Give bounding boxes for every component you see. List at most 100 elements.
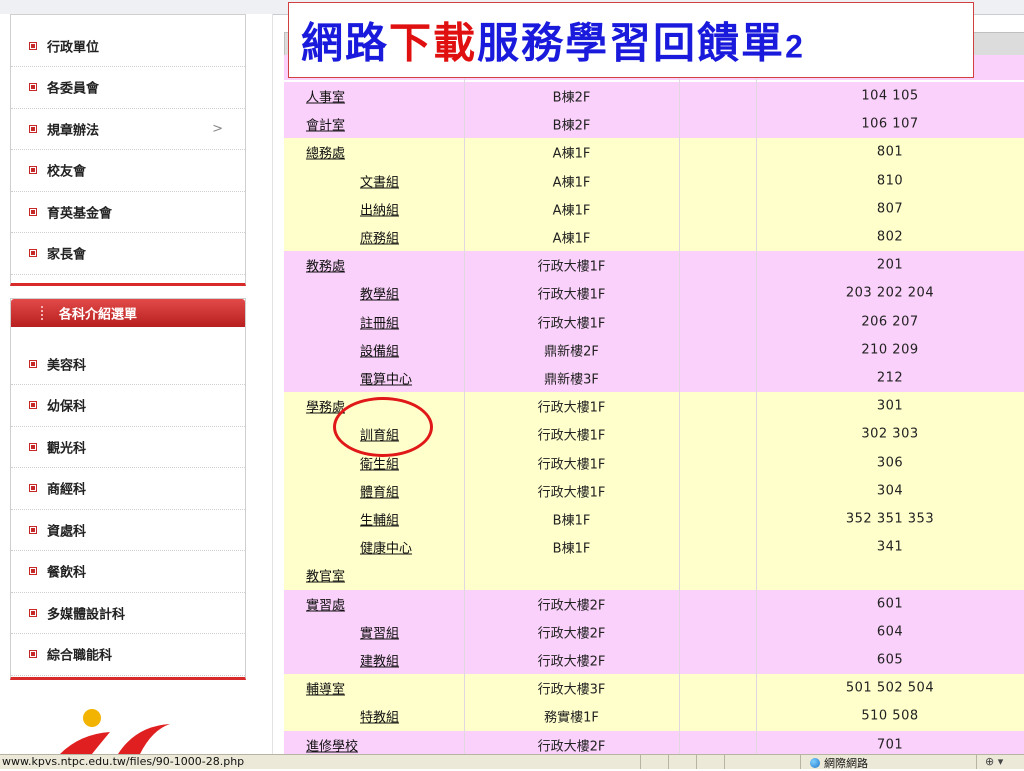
security-zone[interactable]: 網際網路 — [810, 755, 868, 771]
table-row: 體育組 行政大樓1F 304 — [284, 476, 1024, 505]
unit-link[interactable]: 出納組 — [360, 199, 399, 218]
unit-link[interactable]: 健康中心 — [360, 538, 412, 557]
department-item[interactable]: 觀光科 — [11, 426, 245, 468]
browser-status-bar: www.kpvs.ntpc.edu.tw/files/90-1000-28.ph… — [0, 754, 1024, 771]
admin-menu-panel: 行政單位各委員會規章辦法 > 校友會育英基金會家長會 — [10, 14, 246, 286]
status-divider — [640, 755, 641, 769]
bullet-icon — [29, 650, 37, 658]
unit-location: 行政大樓2F — [537, 598, 606, 614]
unit-location: A棟1F — [552, 146, 591, 162]
unit-extension: 510 508 — [861, 708, 919, 724]
table-row: 教官室 — [284, 561, 1024, 590]
table-row: 教學組 行政大樓1F 203 202 204 — [284, 279, 1024, 308]
unit-extension: 341 — [876, 539, 904, 555]
unit-location: 行政大樓2F — [537, 654, 606, 670]
unit-link[interactable]: 人事室 — [306, 87, 345, 106]
table-row: 總務處 A棟1F 801 — [284, 138, 1024, 167]
department-item-label: 多媒體設計科 — [47, 607, 126, 622]
department-item-label: 餐飲科 — [47, 565, 87, 581]
unit-extension: 302 303 — [861, 426, 919, 442]
unit-link[interactable]: 特教組 — [360, 707, 399, 726]
table-row: 出納組 A棟1F 807 — [284, 194, 1024, 223]
unit-location: 鼎新樓3F — [544, 372, 599, 388]
table-row: 進修學校 行政大樓2F 701 — [284, 730, 1024, 754]
status-divider — [668, 755, 669, 769]
table-row: 實習處 行政大樓2F 601 — [284, 589, 1024, 618]
unit-link[interactable]: 生輔組 — [360, 510, 399, 529]
sidebar-item[interactable]: 校友會 — [11, 150, 245, 192]
unit-link[interactable]: 教官室 — [306, 566, 345, 585]
unit-link[interactable]: 註冊組 — [360, 312, 399, 331]
chevron-right-icon: > — [212, 121, 223, 136]
department-item-label: 幼保科 — [47, 399, 87, 415]
department-item[interactable]: 資處科 — [11, 509, 245, 551]
sidebar-item-label: 行政單位 — [47, 40, 100, 55]
bullet-icon — [29, 567, 37, 575]
department-item[interactable]: 商經科 — [11, 468, 245, 510]
sidebar-item[interactable]: 規章辦法 > — [11, 108, 245, 150]
table-row: 註冊組 行政大樓1F 206 207 — [284, 307, 1024, 336]
unit-extension: 201 — [876, 257, 904, 273]
sidebar-item[interactable]: 行政單位 — [11, 25, 245, 67]
table-row: 會計室 B棟2F 106 107 — [284, 110, 1024, 139]
unit-extension: 306 — [876, 455, 904, 471]
unit-link[interactable]: 電算中心 — [360, 369, 412, 388]
department-item[interactable]: 餐飲科 — [11, 551, 245, 593]
bullet-icon — [29, 124, 37, 133]
unit-link[interactable]: 文書組 — [360, 171, 399, 190]
sidebar-item[interactable]: 家長會 — [11, 233, 245, 275]
globe-icon — [810, 758, 820, 768]
unit-link[interactable]: 總務處 — [306, 143, 345, 162]
unit-location: 行政大樓1F — [537, 485, 606, 501]
column-divider — [756, 55, 757, 754]
unit-link[interactable]: 進修學校 — [306, 735, 358, 754]
table-row: 人事室 B棟2F 104 105 — [284, 82, 1024, 111]
unit-link[interactable]: 教務處 — [306, 256, 345, 275]
table-row: 文書組 A棟1F 810 — [284, 166, 1024, 195]
unit-link[interactable]: 實習處 — [306, 594, 345, 613]
unit-extension: 801 — [876, 144, 904, 160]
unit-extension: 206 207 — [861, 314, 919, 330]
department-item[interactable]: 幼保科 — [11, 385, 245, 427]
department-item[interactable]: 多媒體設計科 — [11, 592, 245, 634]
bullet-icon — [29, 442, 37, 451]
unit-location: 行政大樓2F — [537, 626, 606, 642]
unit-location: 行政大樓3F — [537, 682, 606, 698]
unit-link[interactable]: 輔導室 — [306, 679, 345, 698]
unit-link[interactable]: 庶務組 — [360, 228, 399, 247]
unit-location: A棟1F — [552, 175, 591, 191]
unit-link[interactable]: 體育組 — [360, 481, 399, 500]
table-row: 實習組 行政大樓2F 604 — [284, 617, 1024, 646]
column-divider — [464, 55, 465, 754]
directory-area: 人事室 B棟2F 104 105 會計室 B棟2F 106 107 總務處 A棟1F 801 文書… — [284, 14, 1024, 754]
table-row: 庶務組 A棟1F 802 — [284, 223, 1024, 252]
department-item-label: 綜合職能科 — [47, 648, 113, 664]
sidebar-item-label: 規章辦法 — [47, 123, 100, 138]
bullet-icon — [29, 83, 37, 91]
unit-link[interactable]: 會計室 — [306, 115, 345, 134]
unit-extension: 352 351 353 — [845, 511, 935, 527]
zoom-icon[interactable]: ⊕ ▾ — [985, 755, 1003, 768]
unit-location: 行政大樓2F — [537, 739, 606, 754]
title-part-2: 下 — [389, 18, 434, 68]
unit-extension: 203 202 204 — [845, 285, 935, 301]
unit-link[interactable]: 教學組 — [360, 284, 399, 303]
department-item-label: 觀光科 — [47, 441, 87, 456]
unit-extension: 601 — [876, 596, 904, 612]
sidebar-item[interactable]: 育英基金會 — [11, 191, 245, 233]
title-part-3: 載 — [433, 18, 478, 68]
unit-link[interactable]: 實習組 — [360, 622, 399, 641]
status-divider — [976, 755, 977, 769]
sidebar-item-label: 育英基金會 — [47, 206, 113, 221]
title-number: 2 — [785, 28, 805, 65]
unit-location: 行政大樓1F — [537, 428, 606, 444]
highlight-circle — [333, 397, 433, 457]
department-item[interactable]: 綜合職能科 — [11, 634, 245, 676]
department-item[interactable]: 美容科 — [11, 343, 245, 385]
unit-link[interactable]: 設備組 — [360, 340, 399, 359]
table-row: 輔導室 行政大樓3F 501 502 504 — [284, 674, 1024, 703]
unit-link[interactable]: 建教組 — [360, 651, 399, 670]
header-dots-decoration — [41, 306, 45, 320]
sidebar-item[interactable]: 各委員會 — [11, 67, 245, 109]
unit-extension: 810 — [876, 173, 904, 189]
